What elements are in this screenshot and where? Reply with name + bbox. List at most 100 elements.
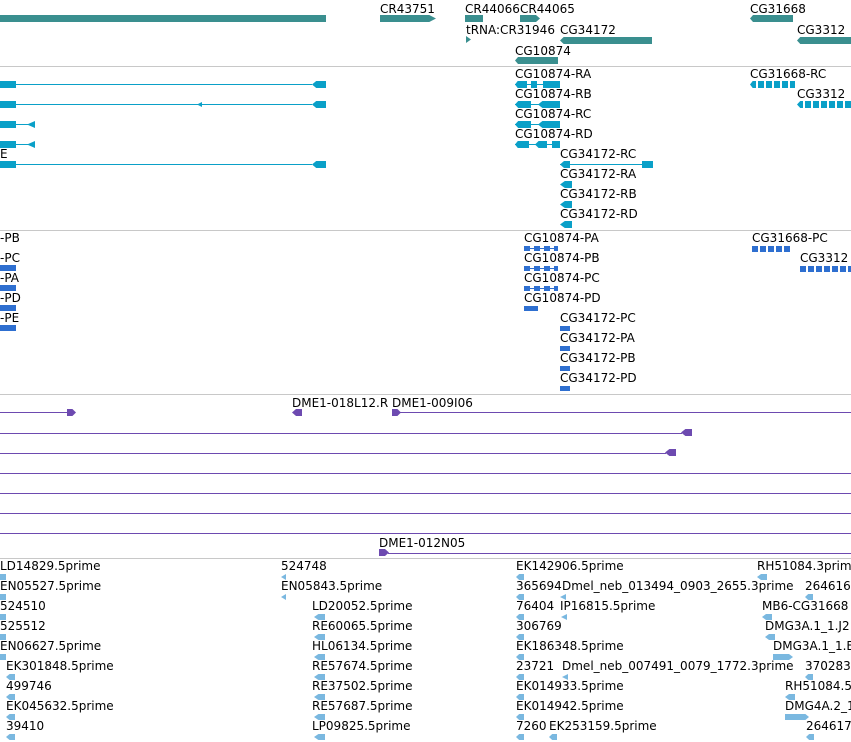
transcript-label[interactable]: CG10874-RD: [515, 127, 593, 141]
est-feature[interactable]: [0, 654, 6, 660]
protein-feature[interactable]: [800, 266, 851, 272]
est-label[interactable]: DMG3A.1_1.B: [773, 639, 851, 653]
protein-label[interactable]: CG34172-PD: [560, 371, 637, 385]
protein-label[interactable]: -PA: [0, 271, 19, 285]
est-label[interactable]: EK142906.5prime: [516, 559, 624, 573]
transcript-label[interactable]: CG34172-RB: [560, 187, 637, 201]
transcript-label[interactable]: CG34172-RA: [560, 167, 636, 181]
transcript-label[interactable]: CG34172-RC: [560, 147, 636, 161]
est-label[interactable]: DMG3A.1_1.J2: [765, 619, 850, 633]
transcript-label[interactable]: CG31668-RC: [750, 67, 826, 81]
clone-end[interactable]: [292, 409, 302, 416]
est-feature[interactable]: [516, 734, 524, 740]
protein-label[interactable]: CG10874-PB: [524, 251, 600, 265]
est-label[interactable]: 7260: [516, 719, 547, 733]
est-label[interactable]: 365694: [516, 579, 562, 593]
transcript-feature[interactable]: [560, 221, 572, 228]
protein-feature[interactable]: [0, 325, 16, 331]
est-feature[interactable]: [785, 714, 809, 720]
protein-label[interactable]: CG34172-PB: [560, 351, 636, 365]
est-label[interactable]: 525512: [0, 619, 46, 633]
est-feature[interactable]: [0, 634, 6, 640]
clone-label[interactable]: DME1-018L12.R: [292, 396, 388, 410]
gene-label[interactable]: CR44065: [520, 2, 575, 16]
gene-label[interactable]: CG31668: [750, 2, 806, 16]
gene-feature[interactable]: [560, 37, 652, 44]
gene-label[interactable]: CG10874: [515, 44, 571, 58]
est-label[interactable]: EN06627.5prime: [0, 639, 101, 653]
est-label[interactable]: EN05843.5prime: [281, 579, 382, 593]
est-feature[interactable]: [281, 594, 286, 600]
protein-label[interactable]: -PD: [0, 291, 21, 305]
transcript-feature[interactable]: [197, 102, 202, 107]
est-label[interactable]: EK186348.5prime: [516, 639, 624, 653]
gene-feature[interactable]: [380, 15, 436, 22]
est-label[interactable]: 499746: [6, 679, 52, 693]
est-label[interactable]: 264617: [806, 719, 851, 733]
transcript-feature[interactable]: [312, 161, 326, 168]
est-label[interactable]: RE60065.5prime: [312, 619, 413, 633]
transcript-feature[interactable]: [0, 81, 16, 88]
est-label[interactable]: 264616: [805, 579, 851, 593]
transcript-label[interactable]: CG10874-RA: [515, 67, 591, 81]
est-feature[interactable]: [6, 734, 15, 740]
est-label[interactable]: 39410: [6, 719, 44, 733]
est-label[interactable]: 370283: [805, 659, 851, 673]
est-label[interactable]: EK045632.5prime: [6, 699, 114, 713]
protein-label[interactable]: CG10874-PA: [524, 231, 599, 245]
clone-label[interactable]: DME1-009I06: [392, 396, 473, 410]
transcript-label[interactable]: CG3312: [797, 87, 845, 101]
est-label[interactable]: EK014933.5prime: [516, 679, 624, 693]
est-label[interactable]: RE57687.5prime: [312, 699, 413, 713]
protein-feature[interactable]: [752, 246, 792, 252]
protein-label[interactable]: CG34172-PA: [560, 331, 635, 345]
transcript-feature[interactable]: [0, 101, 16, 108]
transcript-feature[interactable]: [797, 101, 851, 108]
est-label[interactable]: LD14829.5prime: [0, 559, 101, 573]
clone-end[interactable]: [681, 429, 692, 436]
est-label[interactable]: Dmel_neb_013494_0903_2655.3prime: [562, 579, 794, 593]
est-label[interactable]: RE57674.5prime: [312, 659, 413, 673]
est-label[interactable]: 524510: [0, 599, 46, 613]
protein-label[interactable]: CG10874-PC: [524, 271, 600, 285]
transcript-feature[interactable]: [0, 121, 16, 128]
gene-feature[interactable]: [750, 15, 793, 22]
protein-label[interactable]: CG31668-PC: [752, 231, 828, 245]
gene-feature[interactable]: [797, 37, 851, 44]
protein-label[interactable]: -PE: [0, 311, 19, 325]
est-label[interactable]: 76404: [516, 599, 554, 613]
transcript-label[interactable]: CG10874-RB: [515, 87, 592, 101]
est-feature[interactable]: [765, 634, 775, 640]
gene-feature[interactable]: [465, 15, 483, 22]
est-label[interactable]: EN05527.5prime: [0, 579, 101, 593]
est-label[interactable]: RH51084.3prim: [757, 559, 851, 573]
est-label[interactable]: RE37502.5prime: [312, 679, 413, 693]
est-label[interactable]: 23721: [516, 659, 554, 673]
est-feature[interactable]: [561, 614, 567, 620]
protein-label[interactable]: CG3312: [800, 251, 848, 265]
transcript-feature[interactable]: [750, 81, 795, 88]
transcript-feature[interactable]: [312, 101, 326, 108]
gene-feature[interactable]: [515, 57, 558, 64]
transcript-label[interactable]: CG34172-RD: [560, 207, 638, 221]
protein-label[interactable]: -PC: [0, 251, 20, 265]
protein-feature[interactable]: [560, 386, 570, 391]
est-label[interactable]: EK014942.5prime: [516, 699, 624, 713]
est-label[interactable]: LD20052.5prime: [312, 599, 413, 613]
clone-end[interactable]: [67, 409, 76, 416]
protein-label[interactable]: CG10874-PD: [524, 291, 601, 305]
est-label[interactable]: DMG4A.2_1: [785, 699, 851, 713]
est-feature[interactable]: [0, 574, 6, 580]
est-label[interactable]: 524748: [281, 559, 327, 573]
est-label[interactable]: EK301848.5prime: [6, 659, 114, 673]
gene-feature[interactable]: [520, 15, 540, 22]
transcript-feature[interactable]: [642, 161, 653, 168]
gene-label[interactable]: CG34172: [560, 23, 616, 37]
transcript-label[interactable]: E: [0, 147, 8, 161]
transcript-feature[interactable]: [0, 161, 16, 168]
gene-label[interactable]: CG3312: [797, 23, 845, 37]
est-feature[interactable]: [549, 734, 557, 740]
gene-label[interactable]: CR44066: [465, 2, 520, 16]
est-label[interactable]: HL06134.5prime: [312, 639, 412, 653]
est-label[interactable]: EK253159.5prime: [549, 719, 657, 733]
